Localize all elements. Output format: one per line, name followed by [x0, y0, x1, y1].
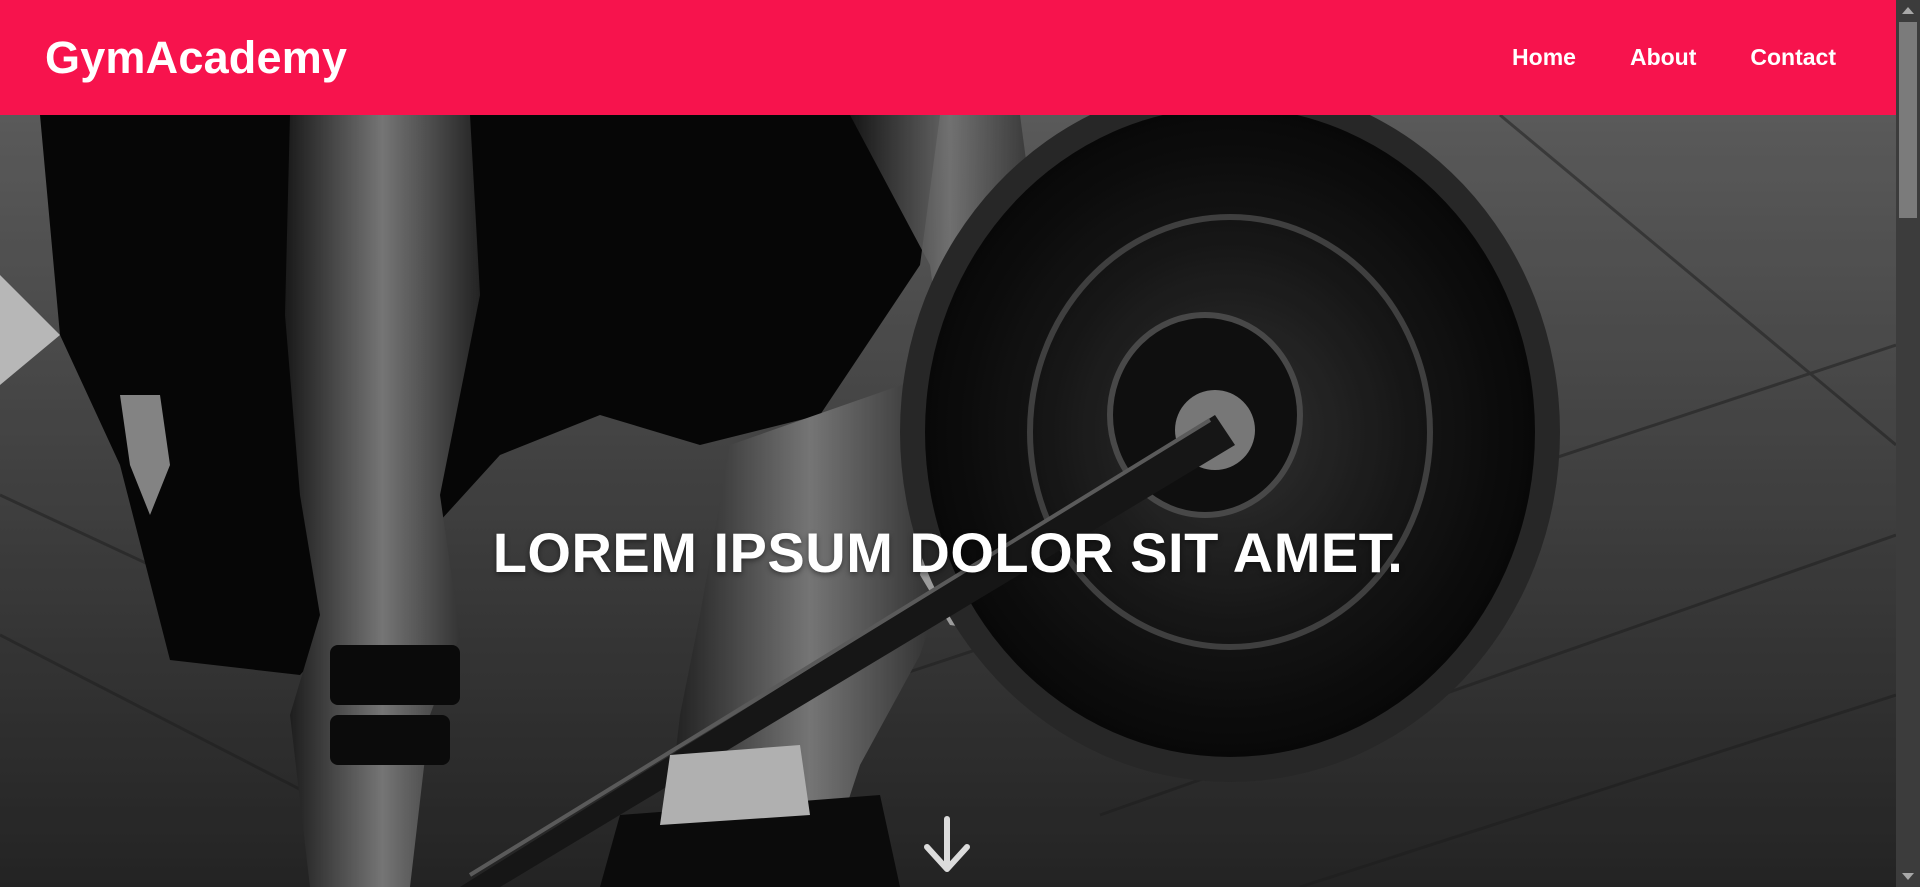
scrollbar-thumb[interactable]: [1899, 22, 1917, 218]
nav-about-link[interactable]: About: [1630, 44, 1696, 71]
brand-logo[interactable]: GymAcademy: [45, 32, 347, 84]
scroll-down-button[interactable]: [921, 815, 973, 875]
arrow-down-icon: [924, 816, 970, 872]
triangle-up-icon[interactable]: [1896, 0, 1920, 20]
triangle-down-icon[interactable]: [1896, 867, 1920, 887]
nav-home-link[interactable]: Home: [1512, 44, 1576, 71]
page: GymAcademy Home About Contact LOREM IPSU…: [0, 0, 1896, 887]
navbar: GymAcademy Home About Contact: [0, 0, 1896, 115]
hero-section: LOREM IPSUM DOLOR SIT AMET.: [0, 115, 1896, 887]
vertical-scrollbar[interactable]: [1896, 0, 1920, 887]
nav-contact-link[interactable]: Contact: [1750, 44, 1836, 71]
hero-headline: LOREM IPSUM DOLOR SIT AMET.: [492, 520, 1404, 584]
hero-background-image: [0, 115, 1896, 887]
main-nav: Home About Contact: [1458, 44, 1836, 71]
